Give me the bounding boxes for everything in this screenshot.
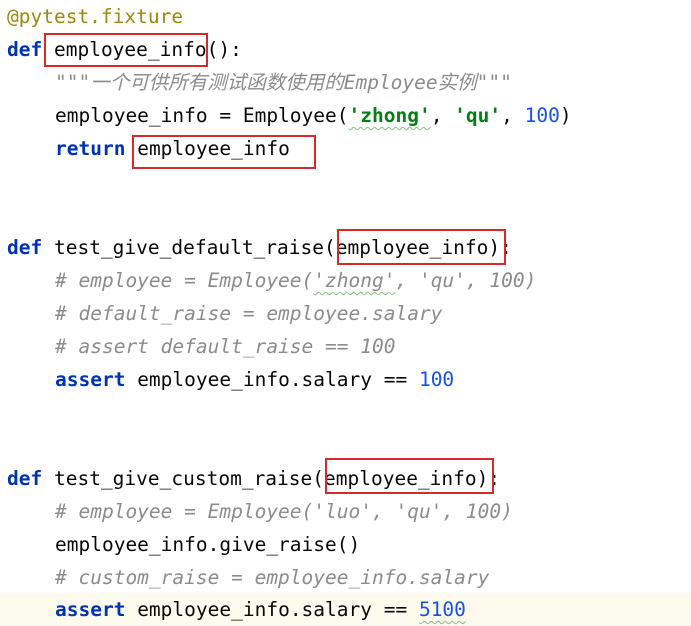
comment: # assert default_raise == 100 [55, 335, 396, 358]
number-arg: 100 [524, 104, 560, 127]
code-line-assignment[interactable]: employee_info = Employee('zhong', 'qu', … [7, 99, 572, 132]
close-paren: ) [559, 104, 572, 127]
close-paren-colon: ): [476, 467, 501, 490]
keyword-def: def [7, 236, 43, 259]
code-line-fixture-def[interactable]: def employee_info(): [7, 33, 242, 66]
code-line-comment[interactable]: # employee = Employee('zhong', 'qu', 100… [7, 264, 536, 297]
close-paren-colon: ): [488, 236, 512, 259]
test-custom-param: employee_info [324, 467, 477, 490]
docstring: """一个可供所有测试函数使用的Employee实例""" [55, 71, 512, 94]
fixture-function-name: employee_info [53, 38, 207, 61]
open-paren: ( [312, 467, 325, 490]
comment-string-zhong: 'zhong' [313, 269, 396, 292]
assert-expression: employee_info.salary == [125, 598, 419, 621]
code-line-call[interactable]: employee_info.give_raise() [7, 528, 360, 561]
code-line-test-default-def[interactable]: def test_give_default_raise(employee_inf… [7, 231, 512, 264]
code-line-comment[interactable]: # assert default_raise == 100 [7, 330, 395, 363]
comment-post: , 'qu', 100) [395, 269, 537, 292]
open-paren: ( [324, 236, 336, 259]
decorator: @pytest.fixture [7, 5, 184, 28]
code-line-comment[interactable]: # custom_raise = employee_info.salary [7, 561, 489, 594]
method-call: employee_info.give_raise() [55, 533, 361, 556]
code-line-comment[interactable]: # default_raise = employee.salary [7, 297, 442, 330]
comment: # employee = Employee('luo', 'qu', 100) [55, 500, 513, 523]
keyword-def: def [7, 467, 43, 490]
code-line-comment[interactable]: # employee = Employee('luo', 'qu', 100) [7, 495, 513, 528]
test-default-function-name: test_give_default_raise [53, 236, 325, 259]
assignment-lhs: employee_info = Employee( [55, 104, 349, 127]
fixture-params: (): [206, 38, 242, 61]
code-line-test-custom-def[interactable]: def test_give_custom_raise(employee_info… [7, 462, 500, 495]
code-editor[interactable]: @pytest.fixture def employee_info(): """… [0, 0, 691, 626]
return-value: employee_info [137, 137, 290, 160]
code-line-docstring[interactable]: """一个可供所有测试函数使用的Employee实例""" [7, 66, 512, 99]
keyword-return: return [55, 137, 126, 160]
assert-value: 100 [418, 368, 455, 391]
code-line-decorator[interactable]: @pytest.fixture [7, 0, 183, 33]
test-custom-function-name: test_give_custom_raise [53, 467, 313, 490]
comment-pre: # employee = Employee( [55, 269, 314, 292]
assert-value: 5100 [418, 598, 466, 621]
code-line-assert[interactable]: assert employee_info.salary == 100 [7, 363, 454, 396]
assert-expression: employee_info.salary == [125, 368, 419, 391]
keyword-def: def [7, 38, 43, 61]
code-line-return[interactable]: return employee_info [7, 132, 290, 165]
comment: # default_raise = employee.salary [55, 302, 443, 325]
code-line-assert-current[interactable]: assert employee_info.salary == 5100 [0, 593, 691, 626]
arg-separator: , [501, 104, 525, 127]
arg-separator: , [430, 104, 455, 127]
test-default-param: employee_info [335, 236, 489, 259]
string-arg-zhong: 'zhong' [348, 104, 431, 127]
keyword-assert: assert [55, 368, 126, 391]
string-arg-qu: 'qu' [454, 104, 502, 127]
keyword-assert: assert [55, 598, 126, 621]
comment: # custom_raise = employee_info.salary [55, 566, 490, 589]
